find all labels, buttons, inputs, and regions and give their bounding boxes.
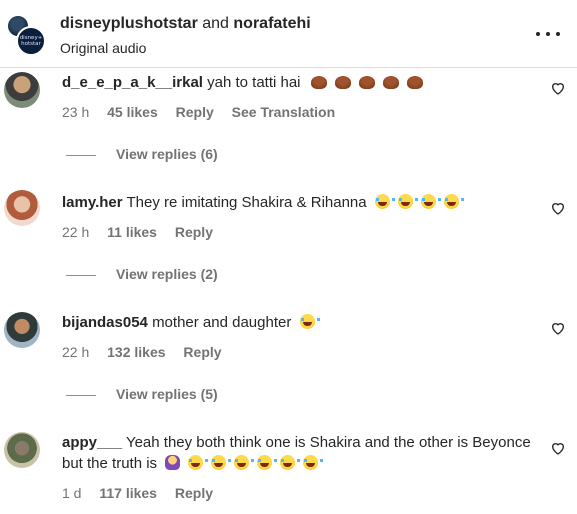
reel-header: disney+ hotstar disneyplushotstar and no… [0,0,577,68]
more-options-icon[interactable] [536,24,560,44]
poop-emoji [382,76,399,89]
comment-username[interactable]: lamy.her [62,194,123,211]
comment-username[interactable]: d_e_e_p_a_k__irkal [62,74,203,91]
heart-icon[interactable] [550,320,566,336]
comment-likes[interactable]: 45 likes [107,104,158,120]
poop-emoji [310,76,327,89]
disneyplushotstar-avatar[interactable]: disney+ hotstar [16,26,46,56]
view-replies-button[interactable]: View replies (6) [66,146,218,162]
hotstar-logo: disney+ hotstar [19,35,43,47]
audio-label[interactable]: Original audio [60,40,146,56]
comment-likes[interactable]: 117 likes [99,485,157,501]
comment-likes[interactable]: 11 likes [107,224,157,240]
account-name-1[interactable]: disneyplushotstar [60,15,198,32]
laughing-emoji [420,194,441,209]
laughing-emoji [443,194,464,209]
poop-emoji [406,76,423,89]
heart-icon[interactable] [550,200,566,216]
reply-button[interactable]: Reply [175,224,213,240]
comment-time: 1 d [62,485,82,501]
replies-divider [66,274,96,276]
reply-button[interactable]: Reply [183,344,221,360]
reply-button[interactable]: Reply [175,485,213,501]
laughing-emoji [188,455,209,470]
comment-text: They re imitating Shakira & Rihanna [126,194,367,211]
laughing-emoji [374,194,395,209]
collab-title: disneyplushotstar and norafatehi [60,15,311,33]
laughing-emoji [234,455,255,470]
view-replies-button[interactable]: View replies (2) [66,266,218,282]
reply-button[interactable]: Reply [176,104,214,120]
poop-emoji [358,76,375,89]
shrug-emoji [165,455,181,470]
laughing-emoji [303,455,324,470]
user-avatar[interactable] [4,190,40,226]
comment-likes[interactable]: 132 likes [107,344,165,360]
laughing-emoji [280,455,301,470]
view-replies-button[interactable]: View replies (5) [66,386,218,402]
comment-text: mother and daughter [152,314,292,331]
replies-divider [66,154,96,156]
user-avatar[interactable] [4,432,40,468]
comment-text: yah to tatti hai [207,74,301,91]
view-replies-label: View replies (2) [116,266,218,282]
heart-icon[interactable] [550,80,566,96]
laughing-emoji [211,455,232,470]
user-avatar[interactable] [4,72,40,108]
collab-avatars[interactable]: disney+ hotstar [6,14,46,56]
comment-username[interactable]: bijandas054 [62,314,148,331]
view-replies-label: View replies (6) [116,146,218,162]
poop-emoji [334,76,351,89]
comment-time: 23 h [62,104,90,120]
comment-time: 22 h [62,344,90,360]
see-translation-button[interactable]: See Translation [232,104,335,120]
laughing-emoji [299,314,320,329]
user-avatar[interactable] [4,312,40,348]
laughing-emoji [397,194,418,209]
comment-time: 22 h [62,224,90,240]
view-replies-label: View replies (5) [116,386,218,402]
comment-username[interactable]: appy___ [62,434,122,451]
collab-connector: and [197,15,234,32]
replies-divider [66,394,96,396]
heart-icon[interactable] [550,440,566,456]
account-name-2[interactable]: norafatehi [233,15,310,32]
laughing-emoji [257,455,278,470]
